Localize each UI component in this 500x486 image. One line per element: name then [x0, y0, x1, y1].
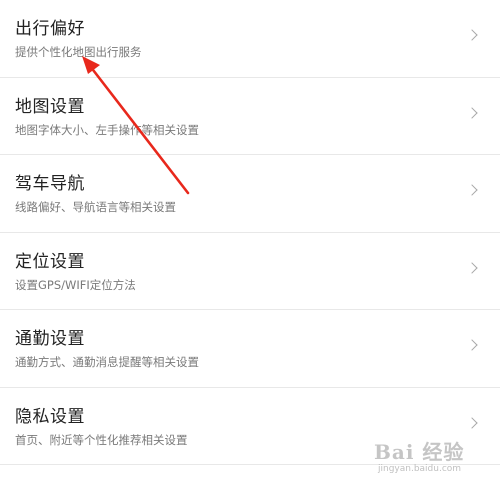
chevron-right-icon — [466, 106, 478, 119]
settings-item-map-settings[interactable]: 地图设置 地图字体大小、左手操作等相关设置 — [0, 78, 500, 155]
chevron-right-icon — [466, 184, 478, 196]
settings-item-driving-navigation[interactable]: 驾车导航 线路偏好、导航语言等相关设置 — [0, 155, 500, 233]
item-subtitle: 线路偏好、导航语言等相关设置 — [15, 200, 176, 214]
settings-item-travel-preference[interactable]: 出行偏好 提供个性化地图出行服务 — [0, 0, 500, 78]
chevron-right-icon — [466, 29, 478, 41]
settings-screen: 出行偏好 提供个性化地图出行服务 地图设置 地图字体大小、左手操作等相关设置 驾… — [0, 0, 500, 486]
chevron-right-icon — [466, 416, 478, 429]
settings-list: 出行偏好 提供个性化地图出行服务 地图设置 地图字体大小、左手操作等相关设置 驾… — [0, 0, 500, 465]
item-subtitle: 提供个性化地图出行服务 — [15, 45, 142, 59]
item-title: 驾车导航 — [15, 174, 85, 194]
item-title: 隐私设置 — [15, 406, 85, 427]
watermark-logo-text: Bai 经验 — [374, 440, 465, 464]
settings-item-commute-settings[interactable]: 通勤设置 通勤方式、通勤消息提醒等相关设置 — [0, 310, 500, 388]
item-subtitle: 通勤方式、通勤消息提醒等相关设置 — [15, 355, 199, 369]
item-title: 通勤设置 — [15, 329, 85, 349]
baidu-jingyan-watermark: Bai 经验 jingyan.baidu.com — [374, 434, 492, 478]
item-title: 出行偏好 — [15, 19, 85, 39]
item-subtitle: 设置GPS/WIFI定位方法 — [15, 277, 136, 292]
item-title: 定位设置 — [15, 251, 85, 272]
item-subtitle: 首页、附近等个性化推荐相关设置 — [15, 432, 188, 447]
settings-item-location-settings[interactable]: 定位设置 设置GPS/WIFI定位方法 — [0, 233, 500, 310]
item-subtitle: 地图字体大小、左手操作等相关设置 — [15, 122, 199, 137]
chevron-right-icon — [466, 339, 478, 351]
watermark-url: jingyan.baidu.com — [378, 464, 462, 474]
chevron-right-icon — [466, 261, 478, 274]
item-title: 地图设置 — [15, 96, 85, 117]
